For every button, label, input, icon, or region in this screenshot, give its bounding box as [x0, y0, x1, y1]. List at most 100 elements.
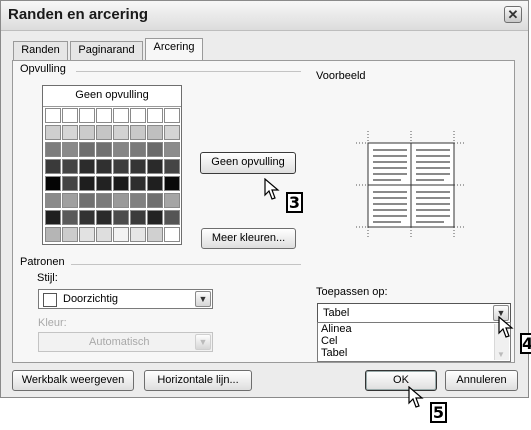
horizontal-line-button[interactable]: Horizontale lijn...: [144, 370, 252, 391]
palette-no-fill-option[interactable]: Geen opvulling: [43, 86, 181, 107]
apply-to-select[interactable]: Tabel ▼: [317, 303, 511, 323]
apply-option-tabel[interactable]: Tabel: [321, 348, 347, 359]
color-swatch[interactable]: [62, 176, 78, 191]
color-swatch[interactable]: [96, 142, 112, 157]
color-swatch[interactable]: [130, 125, 146, 140]
color-swatch[interactable]: [79, 193, 95, 208]
color-swatch[interactable]: [62, 125, 78, 140]
color-swatch[interactable]: [147, 193, 163, 208]
color-swatch[interactable]: [130, 227, 146, 242]
fill-color-palette: Geen opvulling: [42, 85, 182, 245]
patterns-group-label: Patronen: [20, 256, 65, 268]
color-swatch[interactable]: [45, 176, 61, 191]
tab-paginarand[interactable]: Paginarand: [70, 41, 143, 60]
chevron-down-icon[interactable]: ▼: [195, 291, 211, 307]
color-swatch[interactable]: [130, 159, 146, 174]
color-swatch[interactable]: [96, 108, 112, 123]
color-swatch[interactable]: [45, 193, 61, 208]
color-swatch[interactable]: [147, 108, 163, 123]
color-swatch[interactable]: [45, 227, 61, 242]
color-swatch[interactable]: [147, 159, 163, 174]
color-swatch[interactable]: [62, 159, 78, 174]
color-label: Kleur:: [38, 317, 67, 329]
color-swatch[interactable]: [96, 193, 112, 208]
color-swatch[interactable]: [130, 210, 146, 225]
color-swatch[interactable]: [45, 125, 61, 140]
color-swatch[interactable]: [164, 227, 180, 242]
mouse-pointer-icon: [264, 178, 280, 200]
color-swatch[interactable]: [164, 193, 180, 208]
apply-to-dropdown-list: Alinea Cel Tabel ▼: [317, 322, 511, 362]
color-swatch[interactable]: [147, 125, 163, 140]
color-swatch[interactable]: [147, 210, 163, 225]
color-swatch[interactable]: [62, 227, 78, 242]
color-swatch[interactable]: [113, 210, 129, 225]
color-swatch[interactable]: [113, 125, 129, 140]
scroll-down-icon[interactable]: ▼: [497, 350, 505, 359]
color-swatch[interactable]: [62, 108, 78, 123]
tab-arcering-label: Arcering: [153, 41, 195, 53]
color-swatch[interactable]: [62, 142, 78, 157]
ok-button[interactable]: OK: [365, 370, 437, 391]
color-swatch[interactable]: [113, 108, 129, 123]
color-swatch[interactable]: [79, 108, 95, 123]
color-swatch[interactable]: [113, 159, 129, 174]
tab-arcering[interactable]: Arcering: [145, 38, 203, 60]
cancel-button[interactable]: Annuleren: [445, 370, 518, 391]
color-swatch[interactable]: [147, 142, 163, 157]
color-swatch[interactable]: [45, 159, 61, 174]
color-swatch[interactable]: [113, 176, 129, 191]
color-swatch[interactable]: [45, 142, 61, 157]
patterns-group-divider: [71, 264, 301, 265]
color-swatch[interactable]: [164, 210, 180, 225]
color-swatch[interactable]: [96, 159, 112, 174]
color-swatch[interactable]: [113, 227, 129, 242]
color-swatch[interactable]: [113, 142, 129, 157]
color-swatch[interactable]: [62, 193, 78, 208]
color-swatch[interactable]: [45, 108, 61, 123]
fill-group-divider: [76, 71, 301, 72]
style-select[interactable]: Doorzichtig ▼: [38, 289, 213, 309]
mouse-pointer-icon: [408, 386, 424, 408]
color-swatch[interactable]: [113, 193, 129, 208]
color-swatch[interactable]: [79, 125, 95, 140]
tab-randen[interactable]: Randen: [13, 41, 68, 60]
color-swatch[interactable]: [147, 176, 163, 191]
color-swatch[interactable]: [79, 142, 95, 157]
color-swatch[interactable]: [79, 210, 95, 225]
color-swatch[interactable]: [164, 125, 180, 140]
step-badge-5: 5: [430, 402, 447, 423]
color-select-value: Automatisch: [89, 336, 150, 348]
color-swatch[interactable]: [147, 227, 163, 242]
color-swatch[interactable]: [45, 210, 61, 225]
apply-to-value: Tabel: [323, 307, 350, 319]
close-button[interactable]: ✕: [504, 6, 522, 23]
color-swatch[interactable]: [130, 142, 146, 157]
color-swatch[interactable]: [164, 159, 180, 174]
style-select-value: Doorzichtig: [63, 293, 119, 305]
show-toolbar-button[interactable]: Werkbalk weergeven: [12, 370, 134, 391]
color-swatch[interactable]: [96, 176, 112, 191]
color-swatch[interactable]: [130, 108, 146, 123]
style-swatch: [43, 293, 57, 307]
more-colors-button[interactable]: Meer kleuren...: [201, 228, 296, 249]
step-badge-4: 4: [520, 333, 531, 354]
color-select[interactable]: Automatisch ▼: [38, 332, 213, 352]
color-swatch[interactable]: [164, 108, 180, 123]
apply-option-cel[interactable]: Cel: [321, 336, 338, 347]
color-swatch[interactable]: [164, 142, 180, 157]
apply-option-alinea[interactable]: Alinea: [321, 324, 352, 335]
color-swatch[interactable]: [130, 193, 146, 208]
color-swatch[interactable]: [62, 210, 78, 225]
tab-paginarand-label: Paginarand: [78, 44, 135, 56]
color-swatch[interactable]: [96, 227, 112, 242]
chevron-down-icon[interactable]: ▼: [195, 334, 211, 350]
mouse-pointer-icon: [498, 316, 514, 338]
color-swatch[interactable]: [164, 176, 180, 191]
color-swatch[interactable]: [79, 227, 95, 242]
color-swatch[interactable]: [96, 125, 112, 140]
color-swatch[interactable]: [79, 176, 95, 191]
color-swatch[interactable]: [79, 159, 95, 174]
color-swatch[interactable]: [96, 210, 112, 225]
color-swatch[interactable]: [130, 176, 146, 191]
